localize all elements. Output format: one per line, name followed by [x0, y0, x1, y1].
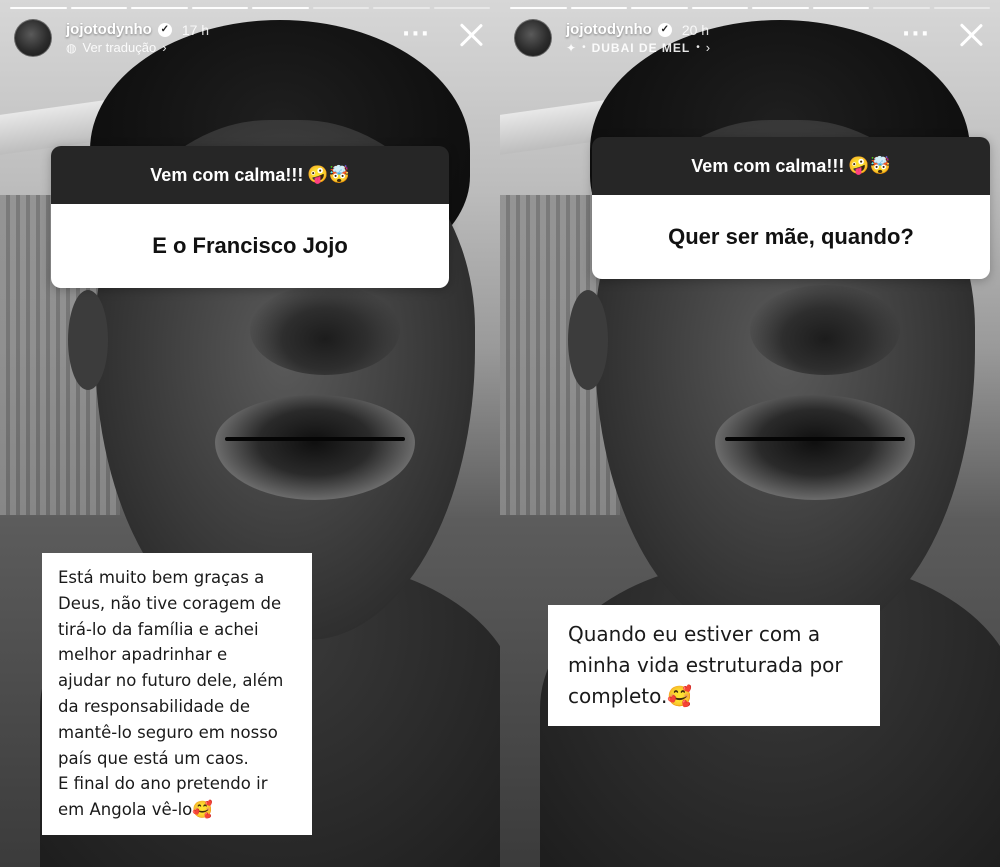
ear	[68, 290, 108, 390]
verified-badge-icon: ✓	[157, 22, 172, 37]
answer-text: Está muito bem graças a Deus, não tive c…	[58, 568, 284, 820]
chevron-right-icon: ›	[162, 40, 167, 55]
answer-text: Quando eu estiver com a minha vida estru…	[568, 622, 843, 708]
question-text: Quer ser mãe, quando?	[592, 195, 990, 279]
answer-box: Está muito bem graças a Deus, não tive c…	[42, 553, 312, 835]
story-time: 20 h	[681, 21, 710, 38]
sticker-title-text: Vem com calma!!!	[150, 164, 304, 185]
sticker-emojis: 🤪🤯	[848, 156, 891, 175]
separator-dot: •	[582, 42, 586, 53]
chevron-right-icon: ›	[705, 40, 711, 55]
nose	[250, 285, 400, 375]
close-icon[interactable]	[456, 20, 486, 50]
story-progress	[10, 7, 490, 9]
translate-link[interactable]: ◍ Ver tradução ›	[66, 40, 209, 55]
sticker-title: Vem com calma!!! 🤪🤯	[592, 137, 990, 195]
question-sticker: Vem com calma!!! 🤪🤯 Quer ser mãe, quando…	[592, 137, 990, 279]
close-icon[interactable]	[956, 20, 986, 50]
story-header: jojotodynho ✓ 17 h ◍ Ver tradução › ···	[14, 16, 486, 60]
question-text: E o Francisco Jojo	[51, 204, 449, 288]
music-label: DUBAI DE MEL	[591, 40, 691, 55]
music-link[interactable]: ✦ • DUBAI DE MEL • ›	[566, 40, 710, 55]
more-options-icon[interactable]: ···	[902, 24, 930, 46]
username[interactable]: jojotodynho	[566, 21, 652, 38]
story-meta: jojotodynho ✓ 20 h ✦ • DUBAI DE MEL • ›	[566, 21, 710, 55]
story-time: 17 h	[181, 21, 210, 38]
avatar[interactable]	[514, 19, 552, 57]
sticker-emojis: 🤪🤯	[307, 165, 350, 184]
sparkle-music-icon: ✦	[566, 40, 577, 55]
more-options-icon[interactable]: ···	[402, 24, 430, 46]
translate-label: Ver tradução	[82, 40, 157, 55]
story-header: jojotodynho ✓ 20 h ✦ • DUBAI DE MEL • › …	[514, 16, 986, 60]
verified-badge-icon: ✓	[657, 22, 672, 37]
answer-box: Quando eu estiver com a minha vida estru…	[548, 605, 880, 726]
story-progress	[510, 7, 990, 9]
separator-dot: •	[696, 42, 700, 53]
question-sticker: Vem com calma!!! 🤪🤯 E o Francisco Jojo	[51, 146, 449, 288]
username[interactable]: jojotodynho	[66, 21, 152, 38]
avatar[interactable]	[14, 19, 52, 57]
story-meta: jojotodynho ✓ 17 h ◍ Ver tradução ›	[66, 21, 209, 55]
nose	[750, 285, 900, 375]
ear	[568, 290, 608, 390]
translate-icon: ◍	[66, 40, 77, 55]
story-left[interactable]: jojotodynho ✓ 17 h ◍ Ver tradução › ··· …	[0, 0, 500, 867]
sticker-title-text: Vem com calma!!!	[691, 155, 845, 176]
sticker-title: Vem com calma!!! 🤪🤯	[51, 146, 449, 204]
story-right[interactable]: jojotodynho ✓ 20 h ✦ • DUBAI DE MEL • › …	[500, 0, 1000, 867]
